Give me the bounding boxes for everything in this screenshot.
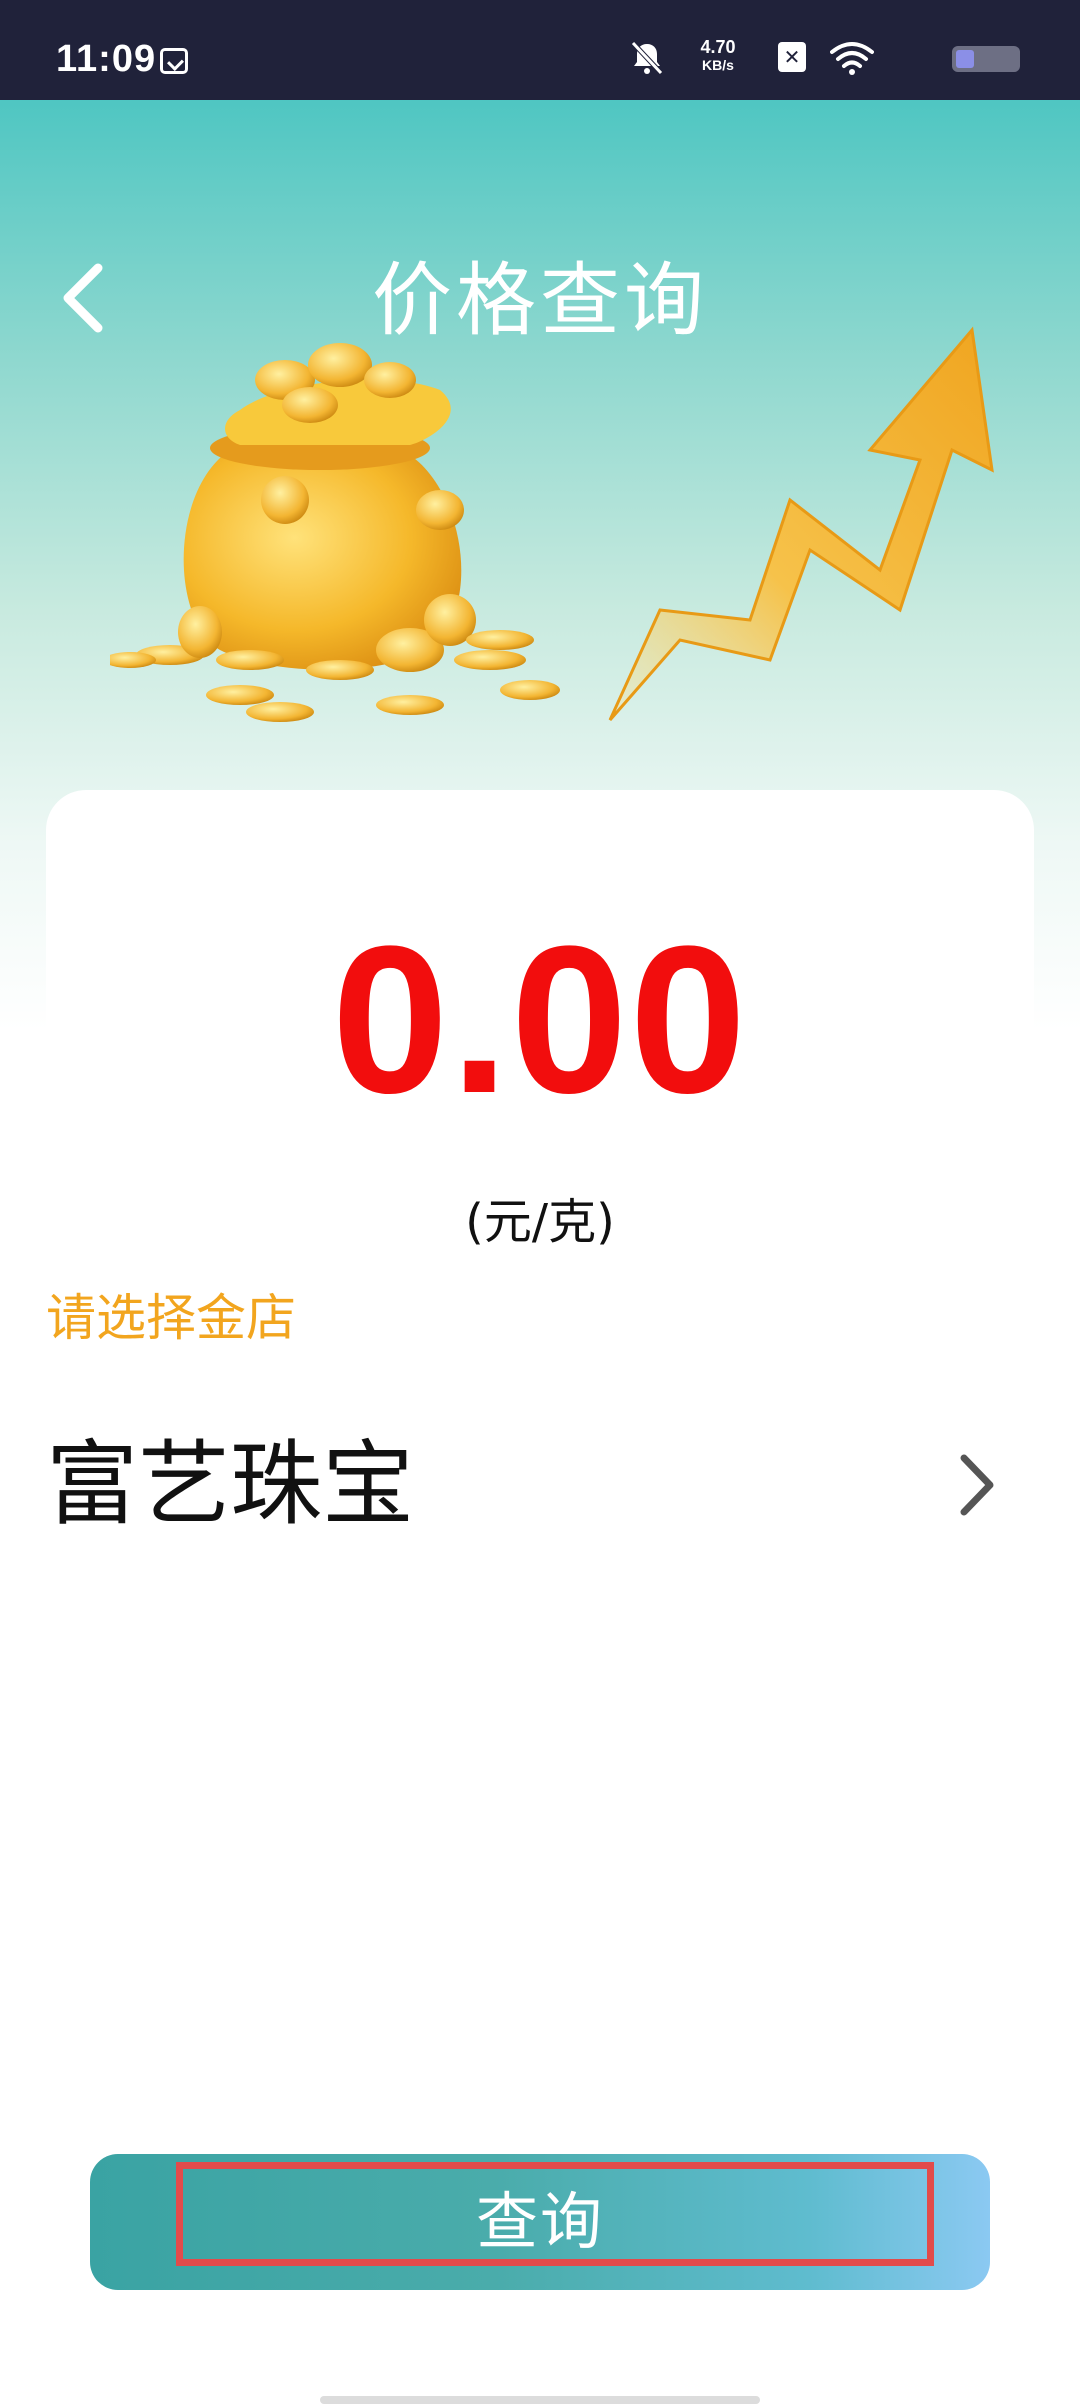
status-indicators: 4.70 KB/s ✕ [560, 36, 1020, 76]
home-indicator[interactable] [320, 2396, 760, 2404]
query-button-label[interactable]: 查询 [0, 2154, 1080, 2290]
chevron-right-icon [960, 1454, 994, 1516]
status-bar: 11:09 4.70 KB/s ✕ [0, 0, 1080, 100]
gold-price-value: 0.00 [331, 902, 749, 1137]
muted-bell-icon [631, 41, 663, 75]
store-selector[interactable]: 富艺珠宝 [46, 1400, 1034, 1570]
status-time: 11:09 [56, 38, 157, 80]
network-speed: 4.70 KB/s [686, 38, 750, 74]
battery-icon [952, 46, 1020, 72]
store-select-prompt: 请选择金店 [46, 1289, 296, 1347]
wifi-icon [830, 42, 874, 75]
calendar-notification-icon [160, 48, 188, 74]
selected-store-name: 富艺珠宝 [46, 1431, 415, 1538]
price-unit: (元/克) [465, 1194, 615, 1250]
gold-money-bag-illustration [110, 343, 560, 722]
network-speed-unit: KB/s [702, 57, 734, 73]
battery-level [956, 50, 974, 68]
x-app-icon: ✕ [778, 42, 806, 72]
app-root: 11:09 4.70 KB/s ✕ 价格查询 0.00 (元/克) 请选择金店 … [0, 0, 1080, 2408]
rising-arrow-illustration [608, 326, 994, 721]
network-speed-value: 4.70 [700, 37, 736, 57]
